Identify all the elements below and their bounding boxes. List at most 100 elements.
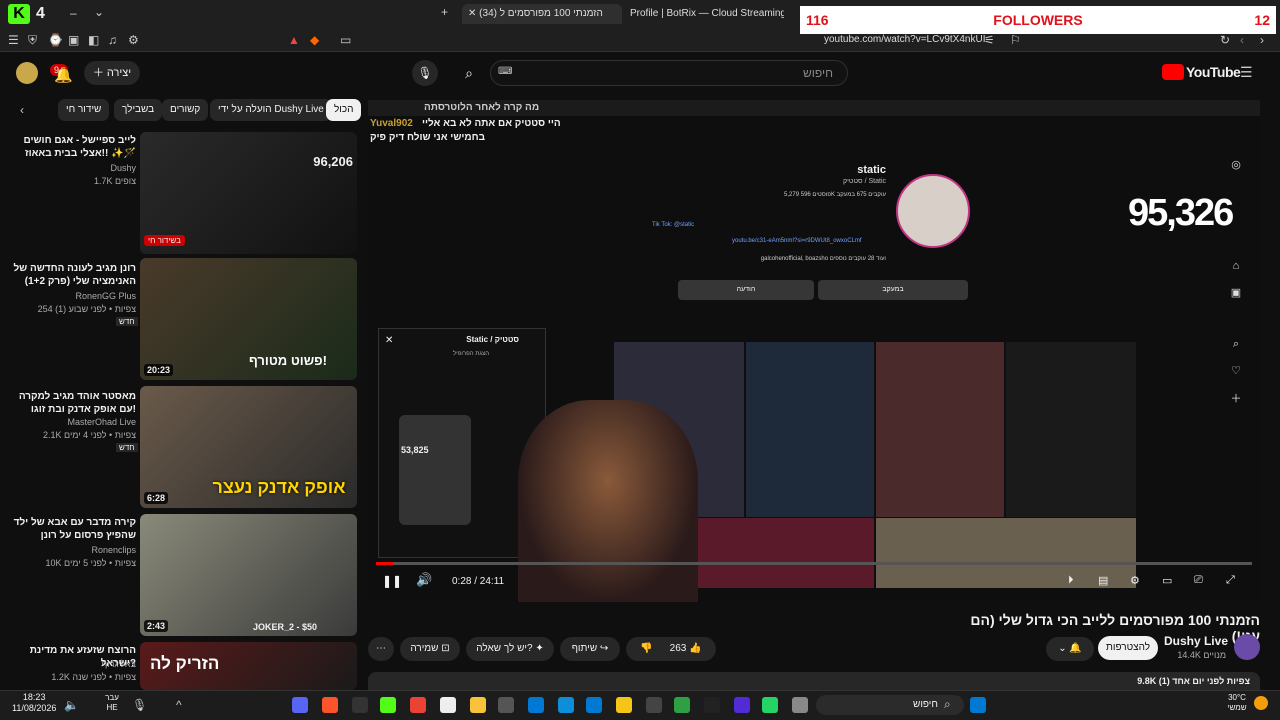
list-item[interactable]: 96,206 בשידור חי לייב ספיישל - אגם חושים… [0,132,360,256]
pause-icon[interactable]: ❚❚ [382,574,402,588]
video-title[interactable]: לייב ספיישל - אגם חושים אצלי בבית באאוז!… [6,134,136,160]
extensions-icon[interactable]: ⚙ [128,33,139,47]
notify-button[interactable]: ⌄ 🔔 [1046,637,1094,661]
list-item[interactable]: אופק אדנק נעצר 6:28 מאסטר אוהד מגיב למקר… [0,386,360,510]
list-item[interactable]: הזריק לה הרוצח שזעזע את מדינת ישראל? באל… [0,642,360,690]
taskbar-search[interactable]: חיפוש [816,695,964,715]
new-tab-icon[interactable]: + [441,5,448,19]
channel-name[interactable]: Dushy Live [1150,634,1228,648]
ig-message-button[interactable]: הודעה [678,280,814,300]
settings-icon[interactable]: ⚙ [1130,574,1140,587]
shield-icon[interactable]: ⛨ [28,33,37,48]
video-title[interactable]: מאסטר אוהד מגיב למקרה עם אופק אדנק ובת ז… [6,390,136,416]
save-button[interactable]: שמירה ⊡ [400,637,460,661]
chevron-up-icon[interactable]: ^ [176,698,182,712]
like-icon[interactable]: 👍 [689,643,701,654]
create-button[interactable]: ＋ יצירה [84,61,140,85]
bookmark-icon[interactable]: ⚐ [1010,33,1021,47]
ig-tiktok[interactable]: Tik Tok: @static [652,222,886,228]
cast-icon[interactable]: ⎚ [1194,574,1203,587]
bell-icon[interactable]: 🔔 [54,66,73,84]
video-thumbnail[interactable]: אופק אדנק נעצר 6:28 [140,386,357,508]
taskview-icon[interactable] [792,697,808,713]
list-item[interactable]: JOKER_2 - $50 2:43 קירה מדבר עם אבא של י… [0,514,360,638]
music-icon[interactable]: ♫ [108,33,117,47]
video-thumbnail[interactable]: JOKER_2 - $50 2:43 [140,514,357,636]
autoplay-icon[interactable]: ⏵ [1068,574,1074,587]
minimize-icon[interactable]: – [70,6,77,20]
chevron-left-icon[interactable]: ‹ [20,103,24,117]
dm-shared-post[interactable]: 53,825 [399,415,471,525]
video-thumbnail[interactable]: פשוט מטורף! 20:23 [140,258,357,380]
ask-button[interactable]: יש לך שאלה? ✦ [466,637,554,661]
subtitles-icon[interactable]: ▤ [1098,574,1108,587]
windows-start-icon[interactable] [970,697,986,713]
channel-name[interactable]: באליגרוף [6,658,136,670]
whatsapp-icon[interactable] [762,697,778,713]
description-box[interactable]: 9.8K צפיות לפני יום אחד (1) [368,672,1260,690]
dotnet-icon[interactable] [734,697,750,713]
channel-name[interactable]: MasterOhad Live [6,416,136,428]
terminal-icon[interactable] [646,697,662,713]
history-icon[interactable]: ⌚ [48,33,63,47]
chip-live[interactable]: שידור חי [58,99,110,121]
brave-icon[interactable] [322,697,338,713]
more-icon[interactable]: ⋯ [368,637,394,661]
forward-icon[interactable]: ‹ [1240,33,1244,47]
video-thumbnail[interactable]: הזריק לה [140,642,357,690]
tabs-icon[interactable]: ▣ [68,33,79,47]
video-title[interactable]: קירה מדבר עם אבא של ילד שהפיץ פרסום על ר… [6,516,136,542]
video-thumbnail[interactable]: 96,206 בשידור חי [140,132,357,254]
notepad-icon[interactable] [440,697,456,713]
channel-name[interactable]: Ronenclips [6,544,136,556]
back-icon[interactable]: › [1260,33,1264,47]
subscribe-button[interactable]: להצטרפות [1098,636,1158,660]
close-icon[interactable]: ✕ [385,335,393,346]
capcut-icon[interactable] [704,697,720,713]
chip-uploaded-by[interactable]: הועלה על ידי Dushy Live [210,99,332,121]
share-button[interactable]: שיתוף ↪ [560,637,620,661]
volume-icon[interactable]: 🔊 [416,572,432,588]
chip-all[interactable]: הכול [326,99,362,121]
folder-icon[interactable] [470,697,486,713]
search-input[interactable]: חיפוש [490,60,848,86]
tab-botrix[interactable]: Profile | BotRix — Cloud Streaming B [624,4,784,24]
search-icon[interactable]: ⌕ [456,60,482,86]
tab-youtube[interactable]: ✕ (34) הזמנתי 100 מפורסמים ל [462,4,622,24]
microphone-icon[interactable]: 🎙 [412,60,438,86]
language-indicator[interactable]: עבר HE [100,693,124,713]
post-thumbnail[interactable] [876,518,1136,588]
close-icon[interactable]: ✕ [468,8,479,19]
ig-link[interactable]: youtu.be/c31-eAm5nmI?si=r9DWUt8_owxoCLmf [732,238,886,244]
brave-icon[interactable]: ◆ [310,33,319,47]
kick-icon[interactable] [380,697,396,713]
channel-avatar[interactable] [1234,634,1260,660]
post-thumbnail[interactable] [696,518,874,588]
channel-name[interactable]: RonenGG Plus [6,290,136,302]
channel-name[interactable]: Dushy [6,162,136,174]
video-title[interactable]: רונן מגיב לעונה החדשה של האנימציה שלי (פ… [6,262,136,288]
clock[interactable]: 18:23 11/08/2026 [12,692,56,714]
discord-icon[interactable] [292,697,308,713]
microphone-icon[interactable]: 🎙 [132,698,147,712]
volume-icon[interactable]: 🔈 [64,698,79,712]
store-icon[interactable] [586,697,602,713]
avatar[interactable] [16,62,38,84]
url-text[interactable]: youtube.com/watch?v=LCv9tX4nkUI [824,34,985,45]
post-thumbnail[interactable] [1006,342,1136,517]
edge-icon[interactable] [558,697,574,713]
files-icon[interactable] [616,697,632,713]
chevron-down-icon[interactable]: ⌄ [94,5,104,19]
video-player[interactable]: static סטטיק / Static 5,279 פוסטים 596K … [368,100,1260,602]
list-item[interactable]: פשוט מטורף! 20:23 רונן מגיב לעונה החדשה … [0,258,360,382]
miniplayer-icon[interactable]: ▭ [1162,574,1172,587]
weather[interactable]: 30°C שמשי [1222,693,1252,713]
obs-icon[interactable] [352,697,368,713]
site-settings-icon[interactable]: ⚟ [984,33,995,47]
ig-follow-button[interactable]: במעקב [818,280,968,300]
app-icon[interactable] [528,697,544,713]
xbox-icon[interactable] [674,697,690,713]
reload-icon[interactable]: ↻ [1220,33,1230,47]
like-dislike-button[interactable]: 👎 263 👍 [626,637,716,661]
dislike-icon[interactable]: 👎 [640,643,652,654]
